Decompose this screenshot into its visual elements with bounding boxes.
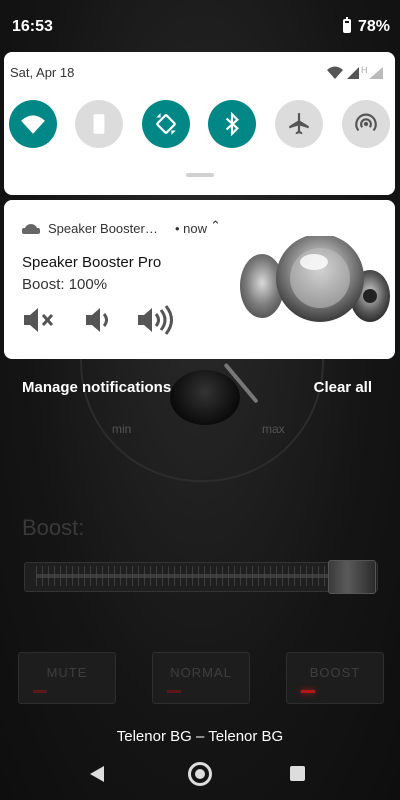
mute-button[interactable] [18, 300, 58, 340]
airplane-icon [289, 113, 309, 135]
boost-label: Boost: [22, 515, 85, 540]
hotspot-icon [355, 113, 377, 132]
boost-led [301, 690, 315, 693]
volume-normal-button[interactable] [78, 300, 118, 340]
mute-hw-button: MUTE [18, 652, 116, 704]
qs-tile-wifi[interactable] [9, 100, 57, 148]
bluetooth-icon [225, 111, 239, 137]
mute-led [33, 690, 47, 693]
notification-text: Boost: 100% [22, 276, 108, 293]
qs-tiles [4, 100, 395, 150]
mute-hw-label: MUTE [46, 665, 88, 680]
dial-min-label: min [112, 422, 132, 436]
clear-all-button[interactable]: Clear all [314, 379, 372, 396]
quick-settings-panel: Sat, Apr 18 H [4, 52, 395, 195]
notification-card[interactable]: Speaker Booster… • now ⌃ Speaker Booster… [4, 200, 395, 359]
speakers-image [240, 236, 390, 322]
boost-hw-label: BOOST [309, 665, 361, 680]
notification-app-name: Speaker Booster… [48, 221, 158, 236]
qs-date[interactable]: Sat, Apr 18 [10, 65, 74, 80]
qs-tile-auto-rotate-off[interactable] [75, 100, 123, 148]
boost-slider-thumb [328, 560, 376, 594]
qs-tile-airplane[interactable] [275, 100, 323, 148]
cell-signal-2-icon [369, 67, 383, 79]
cell-signal-icon [347, 67, 359, 79]
home-icon[interactable] [188, 762, 212, 786]
rotate-icon [156, 113, 176, 135]
recents-icon[interactable] [290, 766, 305, 781]
dial-max-label: max [262, 422, 285, 436]
chevron-up-icon[interactable]: ⌃ [210, 218, 221, 234]
wifi-icon [21, 115, 45, 134]
volume-low-icon [86, 308, 108, 332]
notification-title: Speaker Booster Pro [22, 254, 162, 271]
volume-boost-button[interactable] [136, 300, 176, 340]
boost-slider-ticks [36, 566, 326, 586]
carrier-label: Telenor BG – Telenor BG [116, 728, 284, 745]
back-icon[interactable] [90, 766, 104, 782]
volume-high-icon [138, 305, 173, 335]
qs-drag-handle[interactable] [186, 173, 214, 177]
battery-icon [343, 17, 351, 33]
wifi-status-icon [327, 66, 343, 79]
notification-time: • now [175, 221, 208, 236]
normal-led [167, 690, 181, 693]
manage-notifications-button[interactable]: Manage notifications [22, 379, 171, 396]
battery-percent: 78% [358, 18, 391, 35]
normal-hw-button: NORMAL [152, 652, 250, 704]
phone-portrait-icon [93, 114, 105, 134]
normal-hw-label: NORMAL [170, 665, 232, 680]
signal-status-icons: H [327, 65, 383, 79]
status-bar: 16:53 78% [0, 0, 400, 52]
boost-hw-button: BOOST [286, 652, 384, 704]
status-time: 16:53 [12, 18, 53, 35]
qs-tile-auto-rotate[interactable] [142, 100, 190, 148]
navigation-bar [0, 748, 400, 800]
network-type-label: H [361, 65, 368, 75]
volume-knob [170, 370, 240, 425]
mute-icon [24, 308, 54, 332]
qs-tile-hotspot[interactable] [342, 100, 390, 148]
speaker-app-icon [22, 224, 40, 234]
qs-tile-bluetooth[interactable] [208, 100, 256, 148]
